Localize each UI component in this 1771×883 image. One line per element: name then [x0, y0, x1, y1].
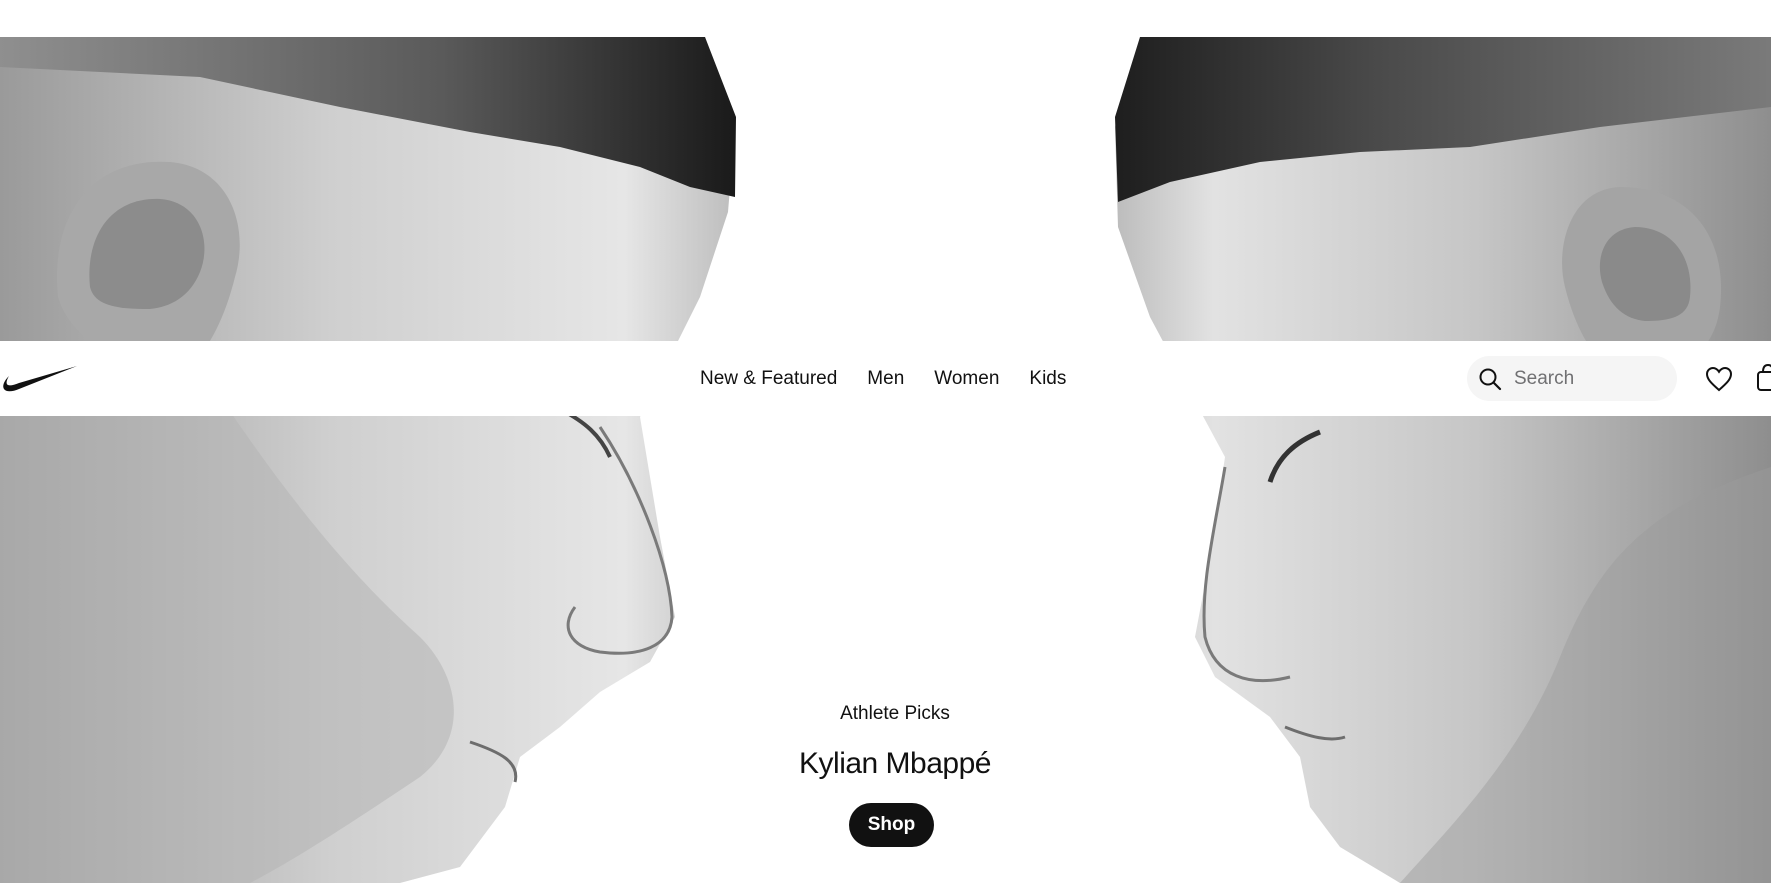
- favorites-button[interactable]: [1703, 364, 1735, 394]
- search-box[interactable]: [1467, 356, 1677, 401]
- promo-eyebrow: Athlete Picks: [840, 703, 950, 724]
- bag-icon: [1757, 363, 1771, 391]
- heart-icon: [1705, 366, 1733, 392]
- promo-title: Kylian Mbappé: [799, 747, 991, 780]
- promo-section: Athlete Picks Kylian Mbappé Shop: [0, 700, 1771, 847]
- bag-button[interactable]: [1756, 363, 1771, 393]
- main-nav: New & Featured Men Women Kids: [700, 341, 1066, 416]
- nike-swoosh-icon[interactable]: [2, 363, 78, 393]
- nav-link-new-featured[interactable]: New & Featured: [700, 341, 837, 416]
- page: New & Featured Men Women Kids Search Ath…: [0, 0, 1771, 883]
- nav-link-women[interactable]: Women: [934, 341, 999, 416]
- nav-link-kids[interactable]: Kids: [1029, 341, 1066, 416]
- search-icon[interactable]: [1478, 367, 1502, 391]
- shop-button[interactable]: Shop: [848, 803, 935, 847]
- search-input[interactable]: [1514, 367, 1664, 390]
- top-navigation: New & Featured Men Women Kids: [0, 341, 1771, 416]
- nav-link-men[interactable]: Men: [867, 341, 904, 416]
